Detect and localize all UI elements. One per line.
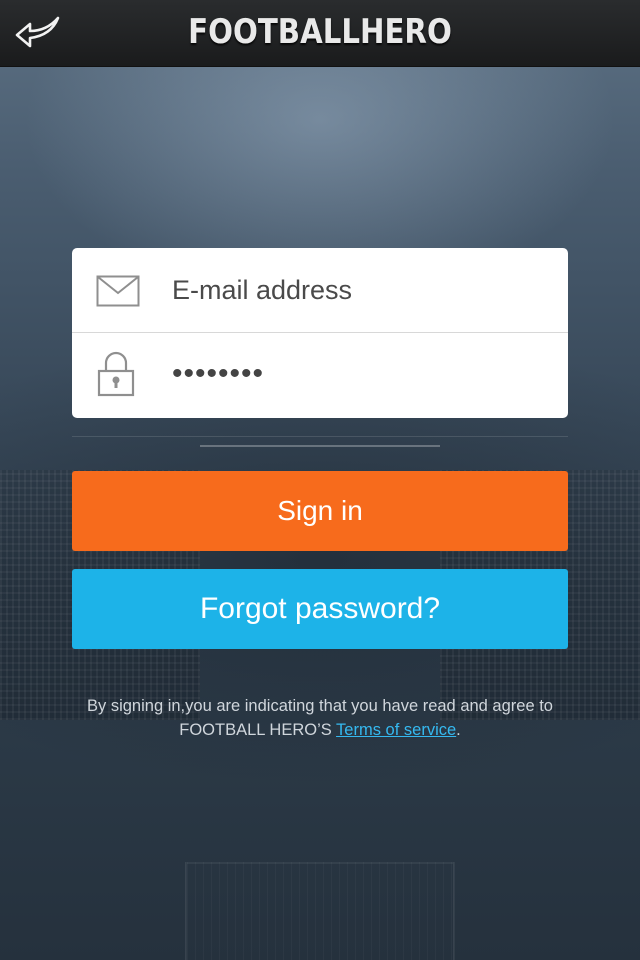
forgot-password-button[interactable]: Forgot password? [72, 569, 568, 649]
divider [72, 436, 568, 437]
login-form [72, 248, 568, 418]
email-field[interactable] [172, 248, 552, 333]
top-bar: FOOTBALLHERO [0, 0, 640, 67]
password-row [72, 333, 568, 418]
terms-of-service-link[interactable]: Terms of service [336, 721, 456, 739]
email-row [72, 248, 568, 333]
goal-net [185, 862, 455, 960]
sign-in-button[interactable]: Sign in [72, 471, 568, 551]
legal-notice: By signing in,you are indicating that yo… [40, 694, 600, 742]
divider-accent [200, 445, 440, 447]
legal-line-1: By signing in,you are indicating that yo… [87, 697, 553, 715]
legal-line-2: FOOTBALL HERO’S Terms of service. [40, 718, 600, 742]
legal-suffix: . [456, 721, 461, 739]
envelope-icon [96, 275, 140, 307]
password-field[interactable] [172, 333, 552, 418]
lock-icon [97, 351, 135, 397]
app-title: FOOTBALLHERO [188, 12, 452, 52]
legal-prefix: FOOTBALL HERO’S [179, 721, 337, 739]
